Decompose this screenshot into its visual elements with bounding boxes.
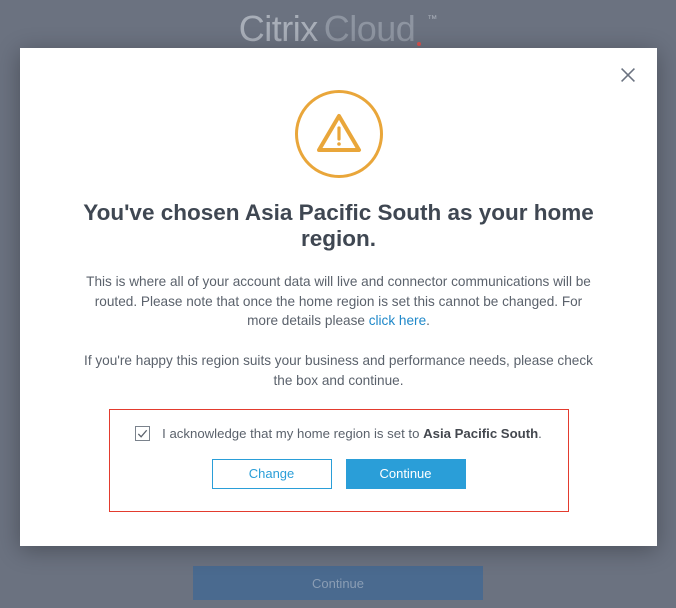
- brand-cloud: Cloud: [324, 8, 416, 49]
- modal-description-2: If you're happy this region suits your b…: [79, 351, 599, 390]
- close-icon: [617, 64, 639, 86]
- checkmark-icon: [136, 427, 149, 440]
- brand-dot-icon: [417, 42, 421, 46]
- acknowledge-row: I acknowledge that my home region is set…: [135, 426, 542, 441]
- confirm-box: I acknowledge that my home region is set…: [109, 409, 569, 512]
- warning-icon: [315, 110, 363, 158]
- change-label: Change: [249, 466, 295, 481]
- brand-citrix: Citrix: [239, 8, 318, 50]
- bg-continue-button[interactable]: Continue: [193, 566, 483, 600]
- button-row: Change Continue: [212, 459, 466, 489]
- continue-button[interactable]: Continue: [346, 459, 466, 489]
- warning-icon-circle: [295, 90, 383, 178]
- continue-label: Continue: [379, 466, 431, 481]
- brand-logo: Citrix Cloud ™: [239, 8, 438, 50]
- modal-headline: You've chosen Asia Pacific South as your…: [48, 200, 629, 252]
- ack-prefix: I acknowledge that my home region is set…: [162, 426, 423, 441]
- desc-text-b: .: [426, 313, 430, 328]
- brand-tm: ™: [427, 14, 437, 25]
- bg-continue-label: Continue: [312, 576, 364, 591]
- close-button[interactable]: [617, 64, 639, 86]
- click-here-link[interactable]: click here: [369, 313, 426, 328]
- acknowledge-text: I acknowledge that my home region is set…: [162, 426, 542, 441]
- ack-region: Asia Pacific South: [423, 426, 538, 441]
- region-confirm-modal: You've chosen Asia Pacific South as your…: [20, 48, 657, 546]
- desc-text-a: This is where all of your account data w…: [86, 274, 591, 328]
- ack-suffix: .: [538, 426, 542, 441]
- change-button[interactable]: Change: [212, 459, 332, 489]
- modal-description: This is where all of your account data w…: [84, 272, 594, 331]
- acknowledge-checkbox[interactable]: [135, 426, 150, 441]
